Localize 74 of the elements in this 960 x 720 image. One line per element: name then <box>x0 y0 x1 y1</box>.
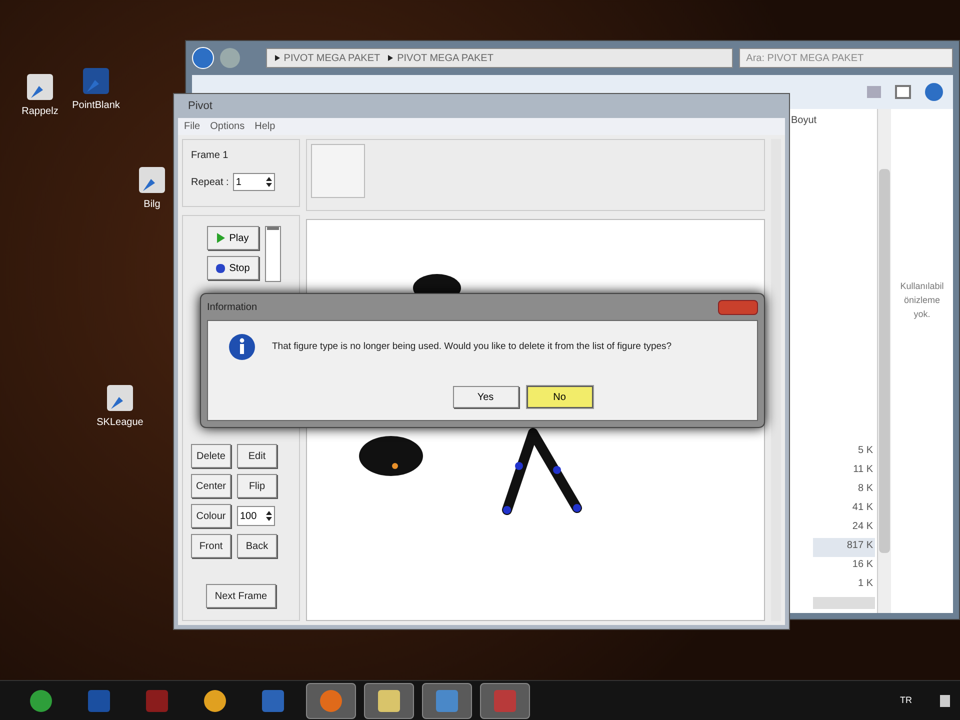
scrollbar-thumb[interactable] <box>879 169 890 553</box>
opacity-spinner[interactable]: 100 <box>237 506 275 526</box>
app-shortcut-icon[interactable] <box>137 165 167 195</box>
next-frame-button[interactable]: Next Frame <box>206 584 276 608</box>
info-icon <box>228 333 256 361</box>
figure-button[interactable]: Flip <box>237 474 277 498</box>
play-icon <box>217 233 226 243</box>
app-icon <box>86 688 112 714</box>
shortcut-label: PointBlank <box>72 99 120 113</box>
figure-button[interactable]: Center <box>191 474 231 498</box>
menu-item[interactable]: File <box>184 119 200 134</box>
preview-text: önizleme <box>904 294 940 307</box>
horizontal-scrollbar[interactable] <box>813 597 875 609</box>
app-icon <box>376 688 402 714</box>
figure-button[interactable]: Edit <box>237 444 277 468</box>
figure-button[interactable]: Delete <box>191 444 231 468</box>
breadcrumb-item[interactable]: PIVOT MEGA PAKET <box>284 50 380 66</box>
chevron-right-icon <box>274 55 280 61</box>
shortcut-label: SKLeague <box>96 416 144 430</box>
shortcut-label: Rappelz <box>22 105 58 119</box>
address-bar[interactable]: PIVOT MEGA PAKET PIVOT MEGA PAKET <box>266 48 734 68</box>
back-button[interactable] <box>192 47 214 69</box>
file-size-cell[interactable]: 41 K <box>813 500 875 519</box>
file-size-cell[interactable]: 817 K <box>813 538 875 557</box>
preview-text: yok. <box>914 308 930 321</box>
search-input[interactable]: Ara: PIVOT MEGA PAKET <box>746 50 946 66</box>
canvas-scrollbar[interactable] <box>771 139 781 621</box>
file-size-cell[interactable]: 5 K <box>813 443 875 462</box>
forward-button[interactable] <box>220 48 240 68</box>
menu-item[interactable]: Help <box>254 119 276 134</box>
close-button[interactable] <box>718 300 758 314</box>
column-header[interactable]: Boyut <box>791 113 817 128</box>
file-size-cell[interactable]: 11 K <box>813 462 875 481</box>
file-size-cell[interactable]: 8 K <box>813 481 875 500</box>
app-icon <box>144 688 170 714</box>
opacity-value: 100 <box>240 510 257 524</box>
search-field[interactable]: Ara: PIVOT MEGA PAKET <box>739 48 954 68</box>
app-shortcut-icon[interactable] <box>25 72 55 102</box>
figure-button[interactable]: Colour <box>191 504 231 528</box>
preview-text: Kullanılabil <box>900 280 944 293</box>
play-button[interactable]: Play <box>207 226 259 250</box>
vertical-scrollbar[interactable] <box>877 109 891 613</box>
shortcut-label: Bilg <box>144 198 160 212</box>
file-size-cell[interactable]: 24 K <box>813 519 875 538</box>
app-icon <box>434 688 460 714</box>
app-icon <box>492 688 518 714</box>
dialog-button[interactable]: Yes <box>452 386 518 408</box>
dialog-title: Information <box>207 300 258 314</box>
dialog-button[interactable]: No <box>526 386 592 408</box>
spinner-arrows-icon[interactable] <box>266 177 272 187</box>
spinner-arrows-icon[interactable] <box>266 511 272 521</box>
slider-thumb[interactable] <box>267 227 279 230</box>
chevron-right-icon <box>388 55 394 61</box>
stop-icon <box>216 264 226 272</box>
frame-thumbnail[interactable] <box>311 144 365 198</box>
tray-icon[interactable] <box>940 694 950 706</box>
repeat-label: Repeat : <box>191 176 229 190</box>
repeat-value: 1 <box>236 176 242 190</box>
language-indicator[interactable]: TR <box>900 694 912 708</box>
figure-button[interactable]: Front <box>191 534 231 558</box>
taskbar-app-button[interactable] <box>364 682 414 718</box>
file-size-cell[interactable]: 1 K <box>813 576 875 595</box>
frame-label: Frame 1 <box>191 149 230 163</box>
stop-button[interactable]: Stop <box>207 256 259 280</box>
app-shortcut-icon[interactable] <box>105 383 135 413</box>
menu-item[interactable]: Options <box>210 119 245 134</box>
breadcrumb-item[interactable]: PIVOT MEGA PAKET <box>397 50 494 66</box>
figure-button[interactable]: Back <box>237 534 277 558</box>
preview-pane-icon[interactable] <box>895 85 911 99</box>
app-icon <box>260 688 286 714</box>
window-title: Pivot <box>188 98 212 114</box>
file-size-cell[interactable]: 16 K <box>813 557 875 576</box>
repeat-spinner[interactable]: 1 <box>232 173 275 191</box>
dialog-message: That figure type is no longer being used. Would you like to delete it from the list of figure types? <box>272 340 672 354</box>
